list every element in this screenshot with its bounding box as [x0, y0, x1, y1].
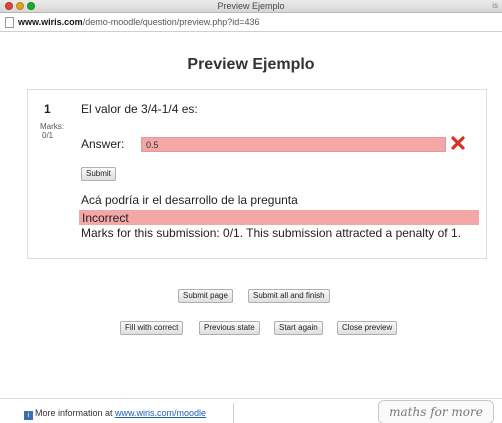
- url-host: www.wiris.com: [18, 17, 83, 27]
- footer-link[interactable]: www.wiris.com/moodle: [115, 408, 206, 418]
- close-x-icon: [451, 136, 465, 150]
- answer-input[interactable]: [141, 137, 446, 152]
- url-text[interactable]: www.wiris.com/demo-moodle/question/previ…: [18, 17, 260, 27]
- footer-info: i More information at www.wiris.com/moodl…: [24, 408, 206, 420]
- info-icon: i: [24, 411, 33, 420]
- brand-logo[interactable]: maths for more: [378, 400, 494, 423]
- page-title: Preview Ejemplo: [187, 56, 315, 73]
- address-bar[interactable]: www.wiris.com/demo-moodle/question/previ…: [0, 14, 502, 32]
- footer-separator: [233, 403, 234, 423]
- fill-with-correct-button[interactable]: Fill with correct: [120, 321, 184, 335]
- previous-state-button[interactable]: Previous state: [199, 321, 260, 335]
- question-text: El valor de 3/4-1/4 es:: [81, 102, 198, 116]
- answer-label: Answer:: [81, 137, 125, 151]
- start-again-button[interactable]: Start again: [274, 321, 323, 335]
- feedback-status-bar: Incorrect: [79, 210, 479, 225]
- marks-label: Marks:: [40, 122, 64, 131]
- window-titlebar: Preview Ejemplo is: [0, 0, 502, 13]
- submit-answer-button[interactable]: Submit: [81, 167, 116, 181]
- marks-value: 0/1: [42, 131, 54, 140]
- submit-all-finish-button[interactable]: Submit all and finish: [248, 289, 330, 303]
- marks-message: Marks for this submission: 0/1. This sub…: [81, 226, 461, 240]
- development-text: Acá podría ir el desarrollo de la pregun…: [81, 193, 298, 207]
- url-path: /demo-moodle/question/preview.php?id=436: [82, 17, 260, 27]
- question-number: 1: [44, 102, 51, 116]
- footer-divider-line: [0, 398, 502, 399]
- submit-page-button[interactable]: Submit page: [178, 289, 233, 303]
- feedback-status: Incorrect: [82, 211, 129, 225]
- window-title: Preview Ejemplo: [217, 1, 285, 11]
- window-corner-text: is: [492, 1, 498, 10]
- page-icon: [5, 17, 14, 28]
- question-box: 1 Marks: 0/1 El valor de 3/4-1/4 es: Ans…: [27, 89, 487, 259]
- footer-info-text: More information at: [35, 408, 116, 418]
- close-preview-button[interactable]: Close preview: [337, 321, 398, 335]
